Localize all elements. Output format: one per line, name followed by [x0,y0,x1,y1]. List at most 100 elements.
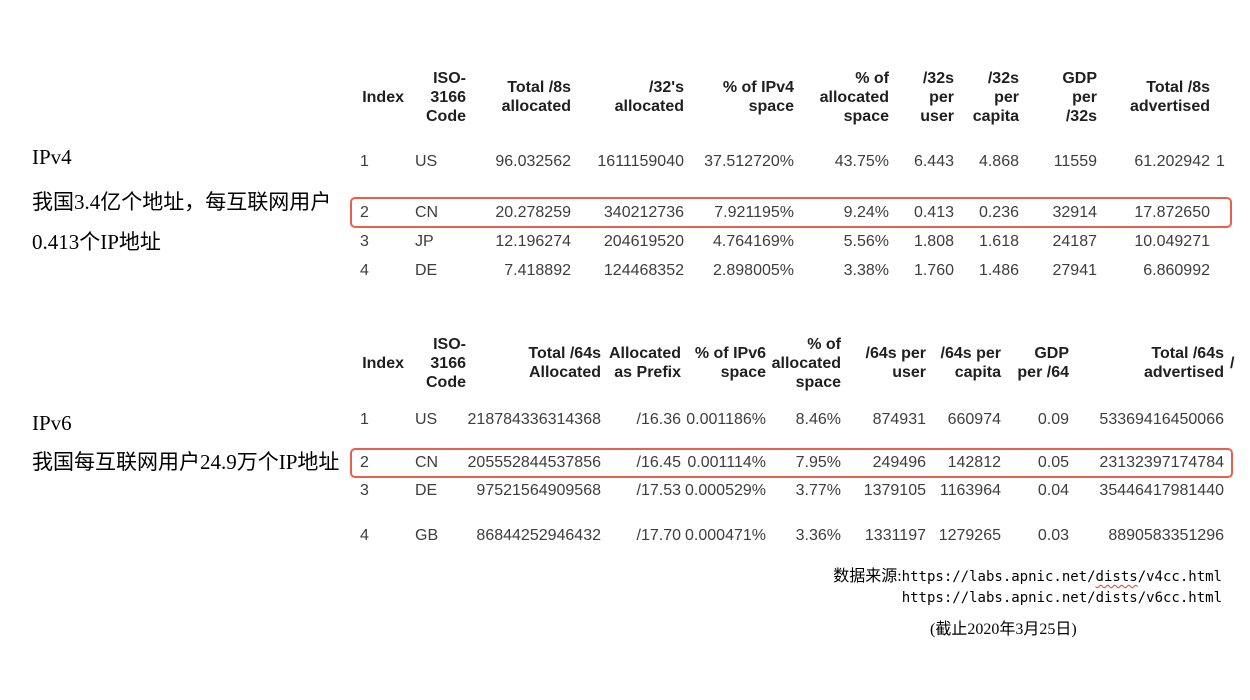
header-cell: % of allocated space [766,335,841,392]
table-cell: 1 [352,411,404,429]
header-cell: ISO- 3166 Code [404,335,466,392]
header-cell: /32s per capita [954,69,1019,126]
table-cell: 0.236 [954,204,1019,222]
table-cell: 3.77% [766,482,841,500]
table-cell: 1331197 [841,527,926,545]
ipv4-section-label: IPv4 [32,145,72,170]
header-cell: Index [352,88,404,107]
table-cell: 32914 [1019,204,1097,222]
table-cell: 0.04 [1001,482,1069,500]
table-row: 3JP12.1962742046195204.764169%5.56%1.808… [352,227,1229,256]
table-cell: CN [404,454,466,472]
header-cell: % of IPv6 space [681,344,766,382]
table-cell: 0.413 [889,204,954,222]
table-cell: 3 [352,233,404,251]
table-cell: 3.36% [766,527,841,545]
ipv4-annotation-line1: 我国3.4亿个地址，每互联网用户 [32,186,331,216]
header-cell: Total /64s Allocated [466,344,601,382]
table-cell: 0.001186% [681,411,766,429]
data-source-line2: https://labs.apnic.net/dists/v6cc.html [902,589,1222,607]
table-cell: 24187 [1019,233,1097,251]
table-cell: 43.75% [794,153,889,171]
table-row: 1US218784336314368/16.360.001186%8.46%87… [352,406,1230,434]
header-cell: % of allocated space [794,69,889,126]
table-cell: 8.46% [766,411,841,429]
table-cell: 35446417981440 [1069,482,1224,500]
table-cell: 124468352 [571,262,684,280]
table-cell: 23132397174784 [1069,454,1224,472]
table-cell: 2 [352,454,404,472]
table-cell: 0.03 [1001,527,1069,545]
table-row: 4GB86844252946432/17.700.000471%3.36%133… [352,522,1230,550]
table-cell: CN [404,204,466,222]
table-cell: 340212736 [571,204,684,222]
table-cell: 1.760 [889,262,954,280]
table-cell: 660974 [926,411,1001,429]
header-cell: /32's allocated [571,78,684,116]
header-cell: GDP per /64 [1001,344,1069,382]
table-cell: 96.032562 [466,153,571,171]
table-cell: 12.196274 [466,233,571,251]
table-cell: 7.921195% [684,204,794,222]
data-source-label: 数据来源: [833,568,901,585]
header-cell: /64s per user [841,344,926,382]
table-cell: 37.512720% [684,153,794,171]
ipv6-allocation-table: IndexISO- 3166 CodeTotal /64s AllocatedA… [352,332,1230,550]
table-cell: 0.000471% [681,527,766,545]
table-header-row: IndexISO- 3166 CodeTotal /64s AllocatedA… [352,332,1230,394]
header-cell: Allocated as Prefix [601,344,681,382]
table-cell: 1379105 [841,482,926,500]
table-cell: 1 [352,153,404,171]
table-cell: 7.418892 [466,262,571,280]
table-cell: 9.24% [794,204,889,222]
table-cell: 0.000529% [681,482,766,500]
header-cell: Total /64s advertised [1069,344,1224,382]
table-cell: 2.898005% [684,262,794,280]
header-cell: % of IPv4 space [684,78,794,116]
header-cell: Index [352,354,404,373]
table-cell: 4 [352,262,404,280]
table-cell: 1 [1210,153,1226,171]
table-cell: /16.36 [601,411,681,429]
table-row: 3DE97521564909568/17.530.000529%3.77%137… [352,477,1230,505]
slide-canvas: IPv4 我国3.4亿个地址，每互联网用户 0.413个IP地址 IPv6 我国… [0,0,1250,700]
table-row: 4DE7.4188921244683522.898005%3.38%1.7601… [352,256,1229,285]
header-cell: / [1224,354,1240,373]
table-cell: 249496 [841,454,926,472]
table-cell: 10.049271 [1097,233,1210,251]
table-cell: 4.868 [954,153,1019,171]
table-cell: 1163964 [926,482,1001,500]
table-cell: 1.486 [954,262,1019,280]
table-cell: 1279265 [926,527,1001,545]
table-cell: 1611159040 [571,153,684,171]
header-cell: GDP per /32s [1019,69,1097,126]
data-source-line1: 数据来源:https://labs.apnic.net/dists/v4cc.h… [833,562,1222,586]
table-cell: 6.860992 [1097,262,1210,280]
table-cell: 97521564909568 [466,482,601,500]
table-row: 1US96.032562161115904037.512720%43.75%6.… [352,147,1229,176]
table-cell: 5.56% [794,233,889,251]
table-cell: 8890583351296 [1069,527,1224,545]
table-cell: 218784336314368 [466,411,601,429]
table-cell: 874931 [841,411,926,429]
table-cell: 0.09 [1001,411,1069,429]
table-cell: 11559 [1019,153,1097,171]
table-cell: 204619520 [571,233,684,251]
table-cell: 4.764169% [684,233,794,251]
table-cell: 3 [352,482,404,500]
table-cell: 7.95% [766,454,841,472]
table-cell: 205552844537856 [466,454,601,472]
v4cc-url-part: /v4cc.html [1138,569,1222,585]
table-cell: 86844252946432 [466,527,601,545]
table-cell: 20.278259 [466,204,571,222]
table-cell: 1.808 [889,233,954,251]
header-cell: Total /8s advertised [1097,78,1210,116]
table-cell: 1.618 [954,233,1019,251]
ipv6-section-label: IPv6 [32,411,72,436]
table-cell: 17.872650 [1097,204,1210,222]
header-cell: ISO- 3166 Code [404,69,466,126]
ipv4-annotation-line2: 0.413个IP地址 [32,226,161,256]
table-cell: DE [404,482,466,500]
ipv4-allocation-table: IndexISO- 3166 CodeTotal /8s allocated/3… [352,57,1229,285]
table-cell: 4 [352,527,404,545]
